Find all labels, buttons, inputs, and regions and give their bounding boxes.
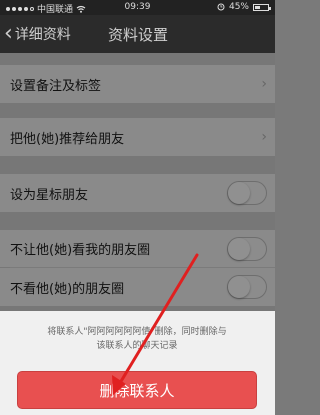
hide-my-moments-toggle[interactable] <box>227 236 267 261</box>
message-line-2: 该联系人的聊天记录 <box>96 341 178 351</box>
status-bar: 中国联通 09:39 45% <box>0 0 275 15</box>
toggle-knob <box>228 276 250 298</box>
row-label: 不让他(她)看我的朋友圈 <box>10 243 151 258</box>
row-label: 把他(她)推荐给朋友 <box>10 131 125 147</box>
alarm-icon <box>217 3 225 11</box>
star-friend-toggle[interactable] <box>227 181 267 205</box>
chevron-right-icon: › <box>261 129 267 145</box>
delete-contact-button[interactable]: 删除联系人 <box>17 371 257 409</box>
row-remark-tags[interactable]: 设置备注及标签 › <box>0 65 275 103</box>
toggle-knob <box>228 237 250 260</box>
row-label: 设置备注及标签 <box>10 78 102 94</box>
chevron-right-icon: › <box>261 76 267 92</box>
battery-percent: 45% <box>228 2 249 12</box>
row-recommend-friend[interactable]: 把他(她)推荐给朋友 › <box>0 118 275 156</box>
back-label: 详细资料 <box>14 27 71 43</box>
chevron-left-icon: ‹ <box>4 21 13 46</box>
message-line-1: 将联系人"阿阿阿阿阿阿倩"删除，同时删除与 <box>47 327 227 337</box>
battery-icon <box>253 3 271 11</box>
nav-bar: ‹ 详细资料 资料设置 <box>0 15 275 53</box>
back-button[interactable]: ‹ 详细资料 <box>4 15 71 53</box>
row-label: 不看他(她)的朋友圈 <box>10 281 125 297</box>
toggle-knob <box>228 182 250 204</box>
row-hide-my-moments: 不让他(她)看我的朋友圈 <box>0 230 275 267</box>
row-hide-their-moments: 不看他(她)的朋友圈 <box>0 268 275 306</box>
row-star-friend: 设为星标朋友 <box>0 174 275 212</box>
page-title: 资料设置 <box>108 25 169 44</box>
delete-warning-message: 将联系人"阿阿阿阿阿阿倩"删除，同时删除与 该联系人的聊天记录 <box>22 325 252 353</box>
row-label: 设为星标朋友 <box>10 187 89 203</box>
hide-their-moments-toggle[interactable] <box>227 275 267 299</box>
